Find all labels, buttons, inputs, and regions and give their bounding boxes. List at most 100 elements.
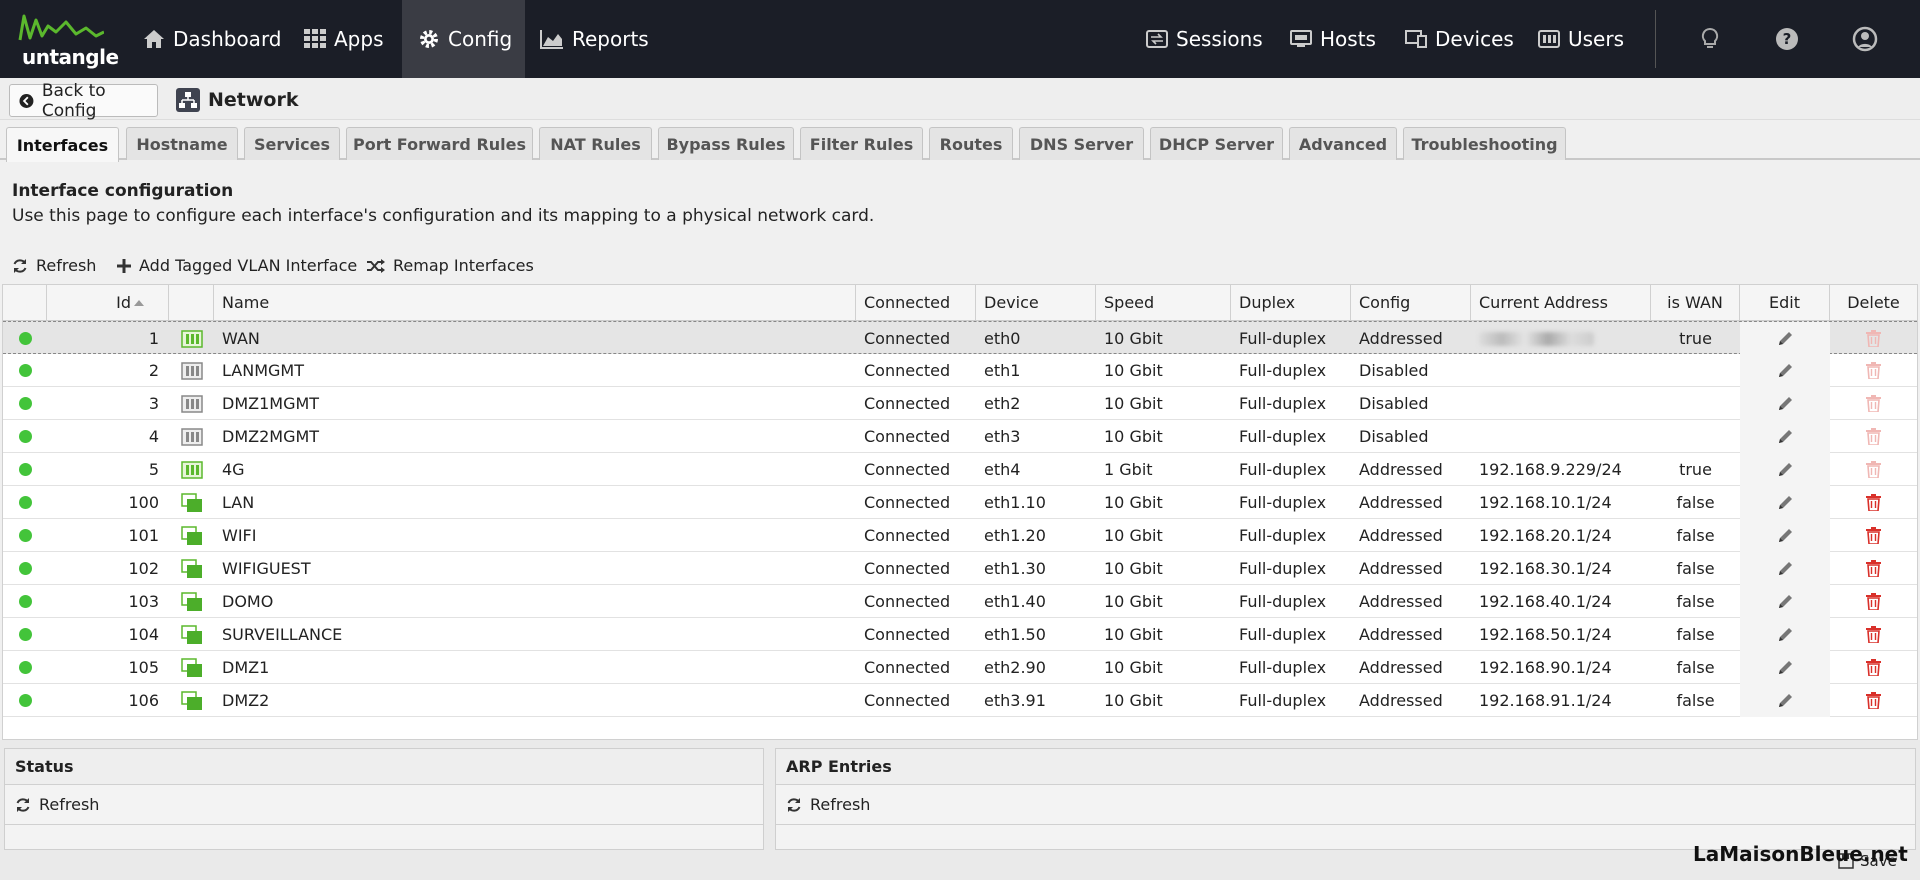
lightbulb-icon [1701, 28, 1719, 48]
lightbulb-button[interactable] [1690, 19, 1730, 59]
column-header-id[interactable]: Id [47, 285, 169, 321]
edit-button[interactable] [1740, 519, 1830, 552]
delete-button[interactable] [1830, 552, 1917, 585]
edit-button[interactable] [1740, 684, 1830, 717]
edit-button[interactable] [1740, 420, 1830, 453]
column-header-duplex[interactable]: Duplex [1231, 285, 1351, 321]
table-row[interactable]: 104 SURVEILLANCE Connected eth1.50 10 Gbit Fu… [3, 618, 1917, 651]
cell-config: Addressed [1359, 691, 1443, 710]
cell-is-wan: false [1676, 658, 1715, 677]
arp-refresh-button[interactable]: Refresh [776, 785, 1915, 825]
back-to-config-button[interactable]: Back to Config [9, 81, 158, 121]
cell-address [1471, 354, 1651, 387]
column-header-name[interactable]: Name [214, 285, 856, 321]
cell-name: SURVEILLANCE [222, 625, 343, 644]
edit-button[interactable] [1740, 585, 1830, 618]
edit-button[interactable] [1740, 618, 1830, 651]
column-header-current-address[interactable]: Current Address [1471, 285, 1651, 321]
refresh-button[interactable]: Refresh [12, 256, 96, 275]
tab-services[interactable]: Services [244, 127, 340, 160]
nav-hosts[interactable]: Hosts [1290, 0, 1376, 78]
column-header-config[interactable]: Config [1351, 285, 1471, 321]
disabled-interface-icon [180, 427, 203, 446]
tab-bypass-rules[interactable]: Bypass Rules [658, 127, 794, 160]
delete-button [1830, 322, 1917, 355]
nav-apps[interactable]: Apps [304, 0, 384, 78]
disabled-interface-icon [180, 361, 203, 380]
help-button[interactable]: ? [1767, 19, 1807, 59]
nav-devices[interactable]: Devices [1405, 0, 1514, 78]
cell-is-wan [1651, 354, 1740, 387]
tab-dhcp-server[interactable]: DHCP Server [1150, 127, 1283, 160]
table-row[interactable]: 1 WAN Connected eth0 10 Gbit Full-duplex Addre… [3, 321, 1917, 355]
edit-button[interactable] [1740, 322, 1830, 355]
delete-button[interactable] [1830, 486, 1917, 519]
cell-name: 4G [222, 460, 245, 479]
tab-routes[interactable]: Routes [929, 127, 1013, 160]
interface-config-panel: Interface configuration Use this page to… [0, 162, 1920, 254]
disabled-interface-icon [180, 394, 203, 413]
status-dot-icon [18, 661, 32, 674]
table-row[interactable]: 103 DOMO Connected eth1.40 10 Gbit Full-duple… [3, 585, 1917, 618]
cell-connected: Connected [864, 658, 951, 677]
edit-button[interactable] [1740, 651, 1830, 684]
add-tagged-vlan-button[interactable]: Add Tagged VLAN Interface [117, 256, 357, 275]
edit-button[interactable] [1740, 354, 1830, 387]
table-row[interactable]: 4 DMZ2MGMT Connected eth3 10 Gbit Full-duplex… [3, 420, 1917, 453]
column-header-status [3, 285, 47, 321]
table-row[interactable]: 101 WIFI Connected eth1.20 10 Gbit Full-duple… [3, 519, 1917, 552]
tab-advanced[interactable]: Advanced [1289, 127, 1397, 160]
cell-interface-icon [169, 354, 214, 387]
status-refresh-button[interactable]: Refresh [5, 785, 763, 825]
table-row[interactable]: 2 LANMGMT Connected eth1 10 Gbit Full-duplex D… [3, 354, 1917, 387]
edit-button[interactable] [1740, 453, 1830, 486]
delete-button[interactable] [1830, 651, 1917, 684]
trash-icon [1866, 461, 1881, 478]
edit-button[interactable] [1740, 552, 1830, 585]
nav-users[interactable]: Users [1538, 0, 1624, 78]
table-row[interactable]: 5 4G Connected eth4 1 Gbit Full-duplex Address… [3, 453, 1917, 486]
column-header-speed[interactable]: Speed [1096, 285, 1231, 321]
vlan-interface-icon [180, 525, 202, 545]
account-button[interactable] [1845, 19, 1885, 59]
tab-hostname[interactable]: Hostname [126, 127, 238, 160]
tab-troubleshooting[interactable]: Troubleshooting [1403, 127, 1566, 160]
tab-dns-server[interactable]: DNS Server [1019, 127, 1144, 160]
pencil-icon [1778, 364, 1792, 377]
pencil-icon [1778, 694, 1792, 707]
column-header-device[interactable]: Device [976, 285, 1096, 321]
delete-button[interactable] [1830, 519, 1917, 552]
table-row[interactable]: 105 DMZ1 Connected eth2.90 10 Gbit Full-duple… [3, 651, 1917, 684]
nav-dashboard[interactable]: Dashboard [143, 0, 282, 78]
cell-speed: 10 Gbit [1104, 361, 1163, 380]
delete-button[interactable] [1830, 618, 1917, 651]
nav-config[interactable]: Config [402, 0, 525, 78]
vlan-interface-icon [180, 558, 202, 578]
table-row[interactable]: 100 LAN Connected eth1.10 10 Gbit Full-duplex… [3, 486, 1917, 519]
column-header-is-wan[interactable]: is WAN [1651, 285, 1740, 321]
tab-filter-rules[interactable]: Filter Rules [800, 127, 923, 160]
tab-interfaces[interactable]: Interfaces [6, 127, 119, 162]
table-row[interactable]: 102 WIFIGUEST Connected eth1.30 10 Gbit Full-… [3, 552, 1917, 585]
page-title: Network [176, 85, 298, 115]
status-dot-icon [18, 332, 32, 345]
tab-port-forward-rules[interactable]: Port Forward Rules [346, 127, 533, 160]
nav-reports[interactable]: Reports [540, 0, 649, 78]
table-row[interactable]: 106 DMZ2 Connected eth3.91 10 Gbit Full-duple… [3, 684, 1917, 717]
delete-button[interactable] [1830, 684, 1917, 717]
table-row[interactable]: 3 DMZ1MGMT Connected eth2 10 Gbit Full-duplex… [3, 387, 1917, 420]
delete-button[interactable] [1830, 585, 1917, 618]
untangle-logo[interactable]: untangle [18, 12, 119, 69]
tab-nat-rules[interactable]: NAT Rules [539, 127, 652, 160]
redacted-address [1479, 331, 1594, 346]
nav-sessions[interactable]: Sessions [1146, 0, 1263, 78]
cell-duplex: Full-duplex [1239, 592, 1327, 611]
column-header-connected[interactable]: Connected [856, 285, 976, 321]
edit-button[interactable] [1740, 387, 1830, 420]
cell-status [3, 618, 47, 651]
cell-id: 106 [128, 691, 159, 710]
pencil-icon [1778, 661, 1792, 674]
pencil-icon [1778, 397, 1792, 410]
edit-button[interactable] [1740, 486, 1830, 519]
remap-interfaces-button[interactable]: Remap Interfaces [367, 256, 534, 275]
